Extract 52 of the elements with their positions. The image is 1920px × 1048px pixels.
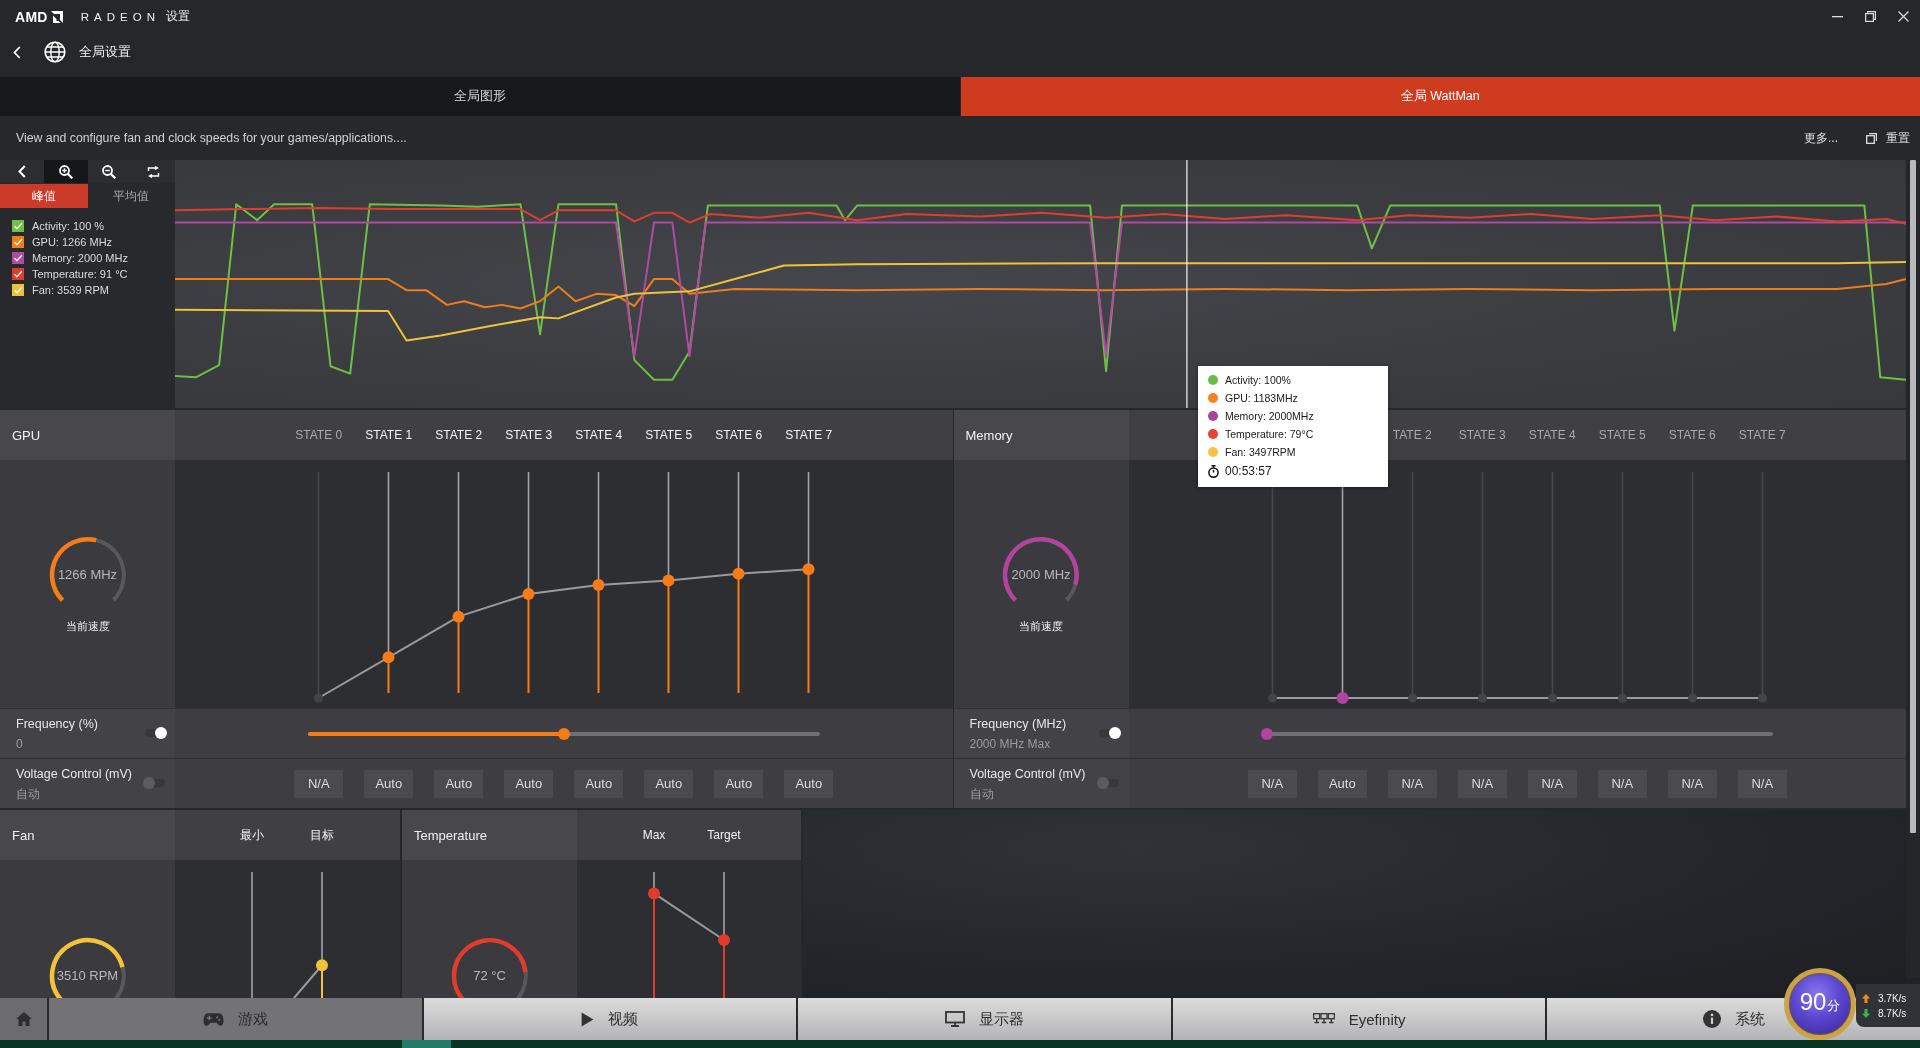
gauge-reading: 1266 MHz [57,567,118,583]
brand-name: AMD [15,8,48,25]
download-speed: 8.7K/s [1878,1007,1907,1019]
state-label: STATE 5 [645,428,693,442]
legend-label: GPU: 1266 MHz [32,236,113,248]
page-title: 全局设置 [79,43,131,61]
setting-label: Frequency (%) [16,716,98,732]
panel-title: Temperature [414,827,487,843]
setting-label: Voltage Control (mV) [969,766,1086,782]
tooltip-value: Activity: 100% [1225,374,1291,386]
gauge-caption: 当前速度 [1019,619,1063,633]
setting-label: Voltage Control (mV) [16,766,133,782]
column-label: Max [642,828,666,842]
score-unit: 分 [1827,997,1841,1015]
state-label: STATE 5 [1598,428,1646,442]
description-text: View and configure fan and clock speeds for your games/applications.... [16,131,407,145]
tooltip-value: Temperature: 79°C [1225,428,1314,440]
window-title: 设置 [166,8,190,25]
legend-label: Temperature: 91 °C [32,268,128,280]
column-label: 目标 [310,826,334,844]
legend-label: Fan: 3539 RPM [32,284,110,296]
state-label: STATE 6 [715,428,763,442]
legend-label: Memory: 2000 MHz [32,252,128,264]
state-label: STATE 3 [505,428,553,442]
state-label: STATE 7 [1738,428,1786,442]
state-label: STATE 7 [785,428,833,442]
panel-title: GPU [12,427,41,443]
column-label: Target [707,828,741,842]
state-label: STATE 3 [1458,428,1506,442]
tooltip-value: Fan: 3497RPM [1225,446,1296,458]
state-label: TATE 2 [1392,428,1432,442]
setting-value: 0 [16,736,23,752]
legend-label: Activity: 100 % [32,220,105,232]
setting-label: Frequency (MHz) [969,716,1067,732]
setting-value: 自动 [16,786,40,802]
gauge-caption: 当前速度 [65,619,110,633]
setting-value: 自动 [969,786,994,802]
gauge-reading: 2000 MHz [1011,567,1071,583]
tooltip-value: GPU: 1183MHz [1225,392,1298,404]
setting-value: 2000 MHz Max [969,736,1051,752]
product-name: RADEON [80,10,160,23]
tooltip-time: 00:53:57 [1225,464,1272,478]
state-label: STATE 0 [295,428,343,442]
column-label: 最小 [240,826,264,844]
tooltip-value: Memory: 2000MHz [1225,410,1314,422]
state-label: STATE 2 [435,428,483,442]
panel-title: Fan [12,827,35,843]
state-label: STATE 1 [365,428,413,442]
state-label: STATE 6 [1668,428,1716,442]
state-label: STATE 4 [575,428,623,442]
state-label: STATE 4 [1528,428,1576,442]
panel-title: Memory [965,427,1013,443]
